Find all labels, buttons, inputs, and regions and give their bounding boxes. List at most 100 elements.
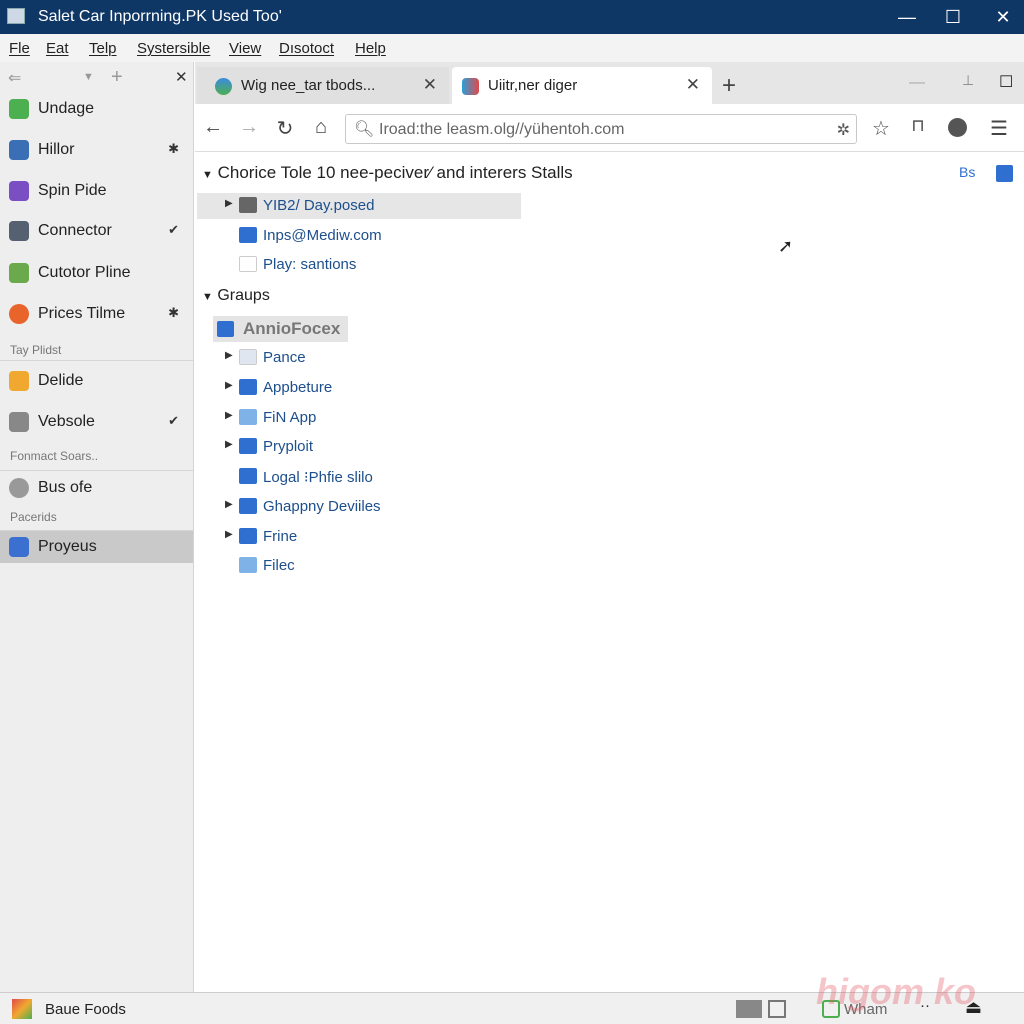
sidebar-item-proyeus[interactable]: Proyeus bbox=[0, 531, 193, 563]
view-icon[interactable] bbox=[736, 1000, 762, 1018]
sidebar-item-spin-pide[interactable]: Spin Pide bbox=[0, 175, 193, 207]
menu-disotoct[interactable]: Dısotoct bbox=[279, 40, 334, 57]
forward-button[interactable]: → bbox=[237, 116, 261, 139]
expand-arrow-icon[interactable]: ▶ bbox=[225, 198, 233, 209]
add-icon[interactable]: + bbox=[111, 66, 123, 89]
tab-1[interactable]: Wig nee_tar tbods... ✕ bbox=[197, 67, 449, 104]
sidebar-item-label: Spin Pide bbox=[38, 182, 107, 199]
tree-item[interactable]: Logal ⁝Phfie slilo bbox=[225, 464, 521, 490]
expand-arrow-icon[interactable]: ▶ bbox=[225, 350, 233, 361]
sidebar-item-connector[interactable]: Connector ✔ bbox=[0, 215, 193, 247]
app-icon bbox=[9, 221, 29, 241]
home-button[interactable]: ⌂ bbox=[309, 116, 333, 139]
tree-item-label: Pryploit bbox=[263, 438, 314, 455]
tree-item[interactable]: ▶ Appbeture bbox=[225, 375, 521, 401]
tree-item[interactable]: ▶ Ghappny Deviiles bbox=[225, 494, 521, 520]
back-button[interactable]: ← bbox=[201, 116, 225, 139]
pin-icon[interactable]: ✱ bbox=[168, 141, 179, 157]
firefox-icon bbox=[9, 304, 29, 324]
expand-arrow-icon[interactable]: ▶ bbox=[225, 439, 233, 450]
menu-help[interactable]: Help bbox=[355, 40, 386, 57]
folder-icon bbox=[239, 528, 257, 544]
check-icon[interactable]: ✔ bbox=[168, 222, 179, 238]
close-tab-icon[interactable]: ✕ bbox=[686, 75, 700, 95]
divider bbox=[0, 530, 193, 531]
folder-icon bbox=[239, 409, 257, 425]
maximize-button[interactable]: ☐ bbox=[941, 5, 965, 29]
sidebar-item-cutotor-pline[interactable]: Cutotor Pline bbox=[0, 257, 193, 289]
account-icon[interactable] bbox=[947, 118, 967, 137]
app-favicon-icon bbox=[462, 78, 479, 95]
tree-item[interactable]: ▶ Frine bbox=[225, 524, 521, 550]
sidebar-item-hillor[interactable]: Hillor ✱ bbox=[0, 134, 193, 166]
menu-edit[interactable]: Eat bbox=[46, 40, 69, 57]
folder-icon bbox=[239, 498, 257, 514]
expand-arrow-icon[interactable]: ▶ bbox=[225, 499, 233, 510]
sidebar-item-label: Undage bbox=[38, 100, 95, 117]
menu-file[interactable]: Fle bbox=[9, 40, 30, 57]
app-icon bbox=[9, 371, 29, 391]
check-icon[interactable]: ✔ bbox=[168, 413, 179, 429]
menu-telp[interactable]: Telp bbox=[89, 40, 117, 57]
tab-bar: Wig nee_tar tbods... ✕ Uiitr,ner diger ✕… bbox=[195, 62, 1024, 104]
restore-icon[interactable]: ☐ bbox=[999, 72, 1013, 92]
folder-icon bbox=[239, 379, 257, 395]
tree-item-label: Logal ⁝Phfie slilo bbox=[263, 469, 373, 486]
tree-item[interactable]: Filec bbox=[225, 553, 521, 579]
tree-item-label: Filec bbox=[263, 557, 295, 574]
tree-item[interactable]: Inps@Mediw.com bbox=[225, 223, 521, 249]
tree-item[interactable]: Play: santions bbox=[225, 252, 521, 278]
groups-header[interactable]: ▼ Graups bbox=[202, 287, 270, 305]
menu-view[interactable]: View bbox=[229, 40, 261, 57]
menu-systersible[interactable]: Systersible bbox=[137, 40, 210, 57]
tree-item[interactable]: ▶ Pance bbox=[225, 345, 521, 371]
sidebar-toggle-icon[interactable] bbox=[996, 165, 1013, 182]
new-tab-button[interactable]: + bbox=[722, 72, 736, 100]
tree-item-label: Appbeture bbox=[263, 379, 333, 396]
sidebar-item-label: Prices Tilme bbox=[38, 305, 126, 322]
expand-arrow-icon[interactable]: ▶ bbox=[225, 410, 233, 421]
close-tab-icon[interactable]: ✕ bbox=[423, 75, 437, 95]
title-bar: Salet Car Inporrning.PK Used Too' — ☐ ✕ bbox=[0, 0, 1024, 34]
tree-item[interactable]: ▶ FiN App bbox=[225, 405, 521, 431]
folder-icon bbox=[239, 438, 257, 454]
chevron-down-icon[interactable]: ▼ bbox=[83, 71, 94, 83]
close-button[interactable]: ✕ bbox=[991, 5, 1015, 29]
expand-arrow-icon[interactable]: ▶ bbox=[225, 529, 233, 540]
tree-item-label: YIB2/ Day.posed bbox=[263, 197, 375, 214]
sidebar-section-header: Fonmact Soars.. bbox=[10, 449, 99, 463]
extension-puzzle-icon[interactable]: ⊓ bbox=[906, 116, 930, 136]
layout-icon[interactable] bbox=[768, 1000, 786, 1018]
sidebar-item-undage[interactable]: Undage bbox=[0, 93, 193, 125]
bookmark-star-icon[interactable]: ☆ bbox=[869, 116, 893, 141]
tree-item-label: Frine bbox=[263, 528, 298, 545]
address-input[interactable]: 🔍︎ Iroad:the leasm.olg//yühentoh.com ✲ bbox=[345, 114, 857, 144]
app-icon bbox=[9, 263, 29, 283]
tree-item[interactable]: ▶ Pryploit bbox=[225, 434, 521, 460]
section-header[interactable]: ▼ Chorice Tole 10 nee-peciver⁄ and inter… bbox=[202, 163, 573, 183]
sidebar-item-vebsole[interactable]: Vebsole ✔ bbox=[0, 406, 193, 438]
app-icon bbox=[9, 99, 29, 119]
close-sidebar-icon[interactable]: ✕ bbox=[175, 68, 188, 86]
sidebar-section-header: Tay Plidst bbox=[10, 343, 62, 357]
sidebar-item-label: Bus ofe bbox=[38, 479, 93, 496]
minimize-button[interactable]: — bbox=[895, 5, 919, 29]
selected-group[interactable]: AnnioFocex bbox=[213, 316, 348, 342]
minimize-icon[interactable]: — bbox=[909, 74, 925, 92]
tree-item[interactable]: ▶ YIB2/ Day.posed bbox=[197, 193, 521, 219]
pin-icon[interactable]: ✱ bbox=[168, 305, 179, 321]
tab-2[interactable]: Uiitr,ner diger ✕ bbox=[452, 67, 712, 104]
extension-icon[interactable]: ✲ bbox=[837, 120, 850, 140]
app-icon bbox=[9, 181, 29, 201]
sidebar-item-prices-tilme[interactable]: Prices Tilme ✱ bbox=[0, 298, 193, 330]
content-pane: ▼ Chorice Tole 10 nee-peciver⁄ and inter… bbox=[195, 152, 1024, 992]
reload-button[interactable]: ↻ bbox=[273, 116, 297, 141]
back-icon[interactable]: ⇐ bbox=[8, 68, 21, 88]
pin-icon[interactable]: ⊥ bbox=[962, 72, 974, 89]
expand-arrow-icon[interactable]: ▶ bbox=[225, 380, 233, 391]
bs-label[interactable]: Bs bbox=[959, 164, 975, 180]
sidebar-item-delide[interactable]: Delide bbox=[0, 365, 193, 397]
sidebar-item-bus-ofe[interactable]: Bus ofe bbox=[0, 472, 193, 504]
menu-hamburger-icon[interactable]: ☰ bbox=[987, 116, 1011, 141]
tree-item-label: Ghappny Deviiles bbox=[263, 498, 381, 515]
